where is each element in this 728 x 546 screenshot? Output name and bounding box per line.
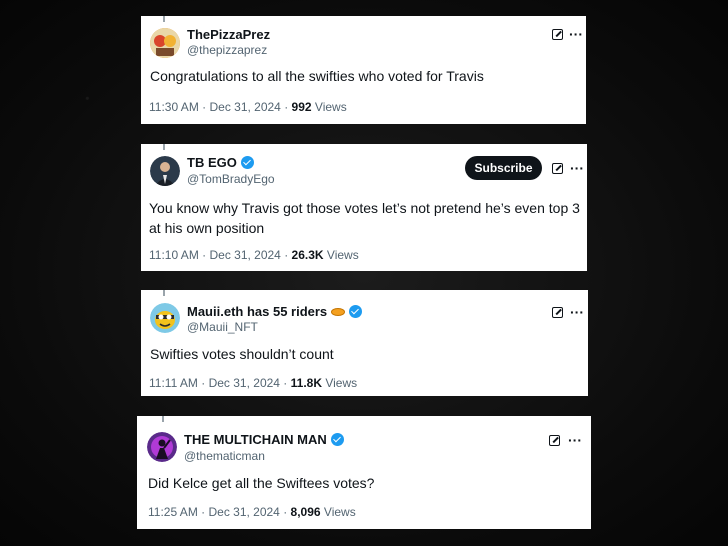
author-name: TB EGO [187,155,254,170]
tweet-meta[interactable]: 11:30 AM · Dec 31, 2024 · 992 Views [149,100,347,114]
timestamp[interactable]: 11:11 AM · Dec 31, 2024 · [149,376,291,390]
more-options-icon[interactable]: ··· [569,27,583,41]
grok-icon[interactable] [552,29,563,40]
thread-line [162,416,164,422]
verified-badge-icon [330,433,344,446]
views-label: Views [326,248,359,262]
verified-badge-icon [240,156,254,169]
timestamp[interactable]: 11:25 AM · Dec 31, 2024 · [148,505,291,519]
grok-icon[interactable] [549,435,560,446]
timestamp[interactable]: 11:10 AM · Dec 31, 2024 · [149,248,292,262]
timestamp[interactable]: 11:30 AM · Dec 31, 2024 · [149,100,292,114]
author-handle[interactable]: @thepizzaprez [187,43,267,57]
author-handle[interactable]: @thematicman [184,449,265,463]
grok-icon[interactable] [552,163,563,174]
tweet-card[interactable]: Mauii.eth has 55 riders @Mauii_NFT ··· S… [141,290,588,396]
subscribe-button[interactable]: Subscribe [465,156,542,180]
flying-saucer-icon [331,307,346,316]
more-options-icon[interactable]: ··· [570,161,584,175]
tweet-meta[interactable]: 11:25 AM · Dec 31, 2024 · 8,096 Views [148,505,356,519]
views-label: Views [314,100,347,114]
tweet-card[interactable]: ThePizzaPrez @thepizzaprez ··· Congratul… [141,16,586,124]
pizza-avatar[interactable] [150,28,180,58]
tweet-card[interactable]: TB EGO @TomBradyEgo Subscribe ··· You kn… [141,144,587,271]
author-name: ThePizzaPrez [187,27,271,42]
author-handle[interactable]: @TomBradyEgo [187,172,275,186]
view-count: 11.8K [290,376,322,390]
view-count: 8,096 [290,505,321,519]
more-options-icon[interactable]: ··· [570,305,584,319]
tweet-text: Congratulations to all the swifties who … [150,68,484,84]
tweet-meta[interactable]: 11:11 AM · Dec 31, 2024 · 11.8K Views [149,376,357,390]
author-name: THE MULTICHAIN MAN [184,432,344,447]
suited-man-avatar[interactable] [150,156,180,186]
view-count: 992 [291,100,312,114]
tweet-text: You know why Travis got those votes let’… [149,200,580,236]
author-handle[interactable]: @Mauii_NFT [187,320,258,334]
views-label: Views [325,376,358,390]
view-count: 26.3K [291,248,324,262]
tweet-meta[interactable]: 11:10 AM · Dec 31, 2024 · 26.3K Views [149,248,359,262]
more-options-icon[interactable]: ··· [568,433,582,447]
verified-badge-icon [349,305,363,318]
thread-line [163,144,165,150]
author-name: Mauii.eth has 55 riders [187,304,363,319]
cartoon-bee-avatar[interactable] [150,303,180,333]
purple-silhouette-avatar[interactable] [147,432,177,462]
tweet-text: Swifties votes shouldn’t count [150,346,334,362]
views-label: Views [323,505,356,519]
tweet-text: Did Kelce get all the Swiftees votes? [148,475,375,491]
thread-line [163,16,165,22]
thread-line [163,290,165,296]
tweet-card[interactable]: THE MULTICHAIN MAN @thematicman ··· Did … [137,416,591,529]
grok-icon[interactable] [552,307,563,318]
